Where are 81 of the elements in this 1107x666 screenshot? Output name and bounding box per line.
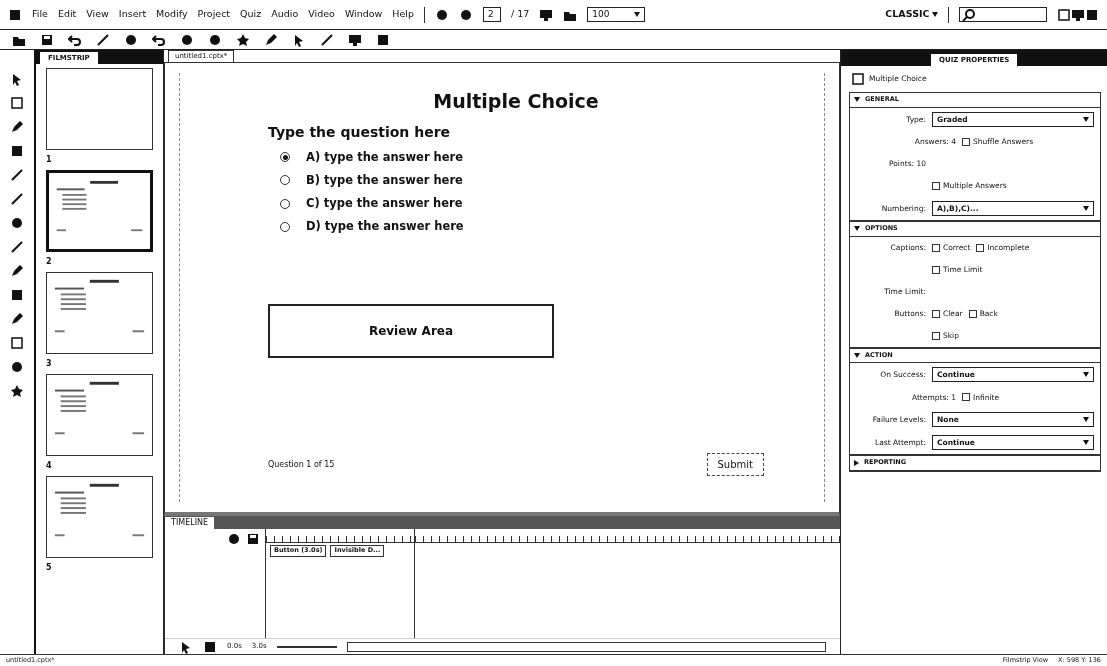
menu-item[interactable]: Project [197, 7, 231, 22]
slide-thumbnail[interactable] [46, 272, 153, 354]
pen-icon[interactable] [10, 264, 24, 278]
slide-number: 5 [46, 562, 53, 574]
menu-item[interactable]: View [86, 7, 109, 22]
progress-text: Question 1 of 15 [268, 458, 335, 471]
slide-thumbnail[interactable] [46, 170, 153, 252]
slide-thumbnail[interactable] [46, 476, 153, 558]
menu-item[interactable]: File [32, 7, 48, 22]
circle-icon[interactable] [10, 360, 24, 374]
square-icon[interactable] [10, 288, 24, 302]
answer-text: B) type the answer here [306, 171, 463, 189]
slide-number: 2 [46, 256, 53, 268]
pen-icon[interactable] [10, 120, 24, 134]
menu-item[interactable]: Help [392, 7, 414, 22]
slide-number: 3 [46, 358, 53, 370]
circle-icon[interactable] [208, 32, 222, 47]
save-icon[interactable] [40, 32, 54, 47]
caret-icon [1083, 205, 1089, 211]
circle-icon[interactable] [459, 7, 473, 22]
zoom-dropdown[interactable]: 100 [587, 7, 646, 22]
caret-icon [1083, 440, 1089, 446]
undo-icon[interactable] [68, 32, 82, 47]
undo-icon[interactable] [152, 32, 166, 47]
rectangle-icon[interactable] [10, 336, 24, 350]
horizontal-scrollbar[interactable] [346, 641, 826, 652]
caret-icon [634, 12, 641, 17]
review-area: Review Area [268, 303, 554, 358]
line-icon[interactable] [10, 168, 24, 182]
star-icon[interactable] [10, 384, 24, 398]
caret-icon [1083, 372, 1089, 378]
square-icon[interactable] [376, 32, 390, 47]
square-icon[interactable] [203, 639, 217, 654]
circle-icon[interactable] [435, 7, 449, 22]
square-icon[interactable] [8, 7, 22, 22]
menu-item[interactable]: Video [308, 7, 335, 22]
search-field[interactable] [959, 7, 1047, 22]
line-icon[interactable] [320, 32, 334, 47]
line-icon[interactable] [10, 240, 24, 254]
slide-thumbnail[interactable] [46, 374, 153, 456]
rectangle-icon [851, 72, 865, 86]
circle-icon[interactable] [180, 32, 194, 47]
rectangle-icon[interactable] [1057, 7, 1071, 22]
menu-item[interactable]: Insert [118, 7, 147, 22]
slide-thumbnail[interactable] [46, 68, 153, 150]
slide-number: 1 [46, 154, 53, 166]
caret-icon [932, 12, 938, 17]
menu-item[interactable]: Audio [271, 7, 299, 22]
circle-icon[interactable] [10, 216, 24, 230]
submit-button[interactable]: Submit [706, 453, 764, 476]
square-icon[interactable] [1085, 7, 1099, 22]
caret-icon [1083, 417, 1089, 423]
menu-item[interactable]: Quiz [240, 7, 262, 22]
question-text: Type the question here [268, 122, 452, 142]
menu-item[interactable]: Edit [57, 7, 77, 22]
pen-icon[interactable] [264, 32, 278, 47]
monitor-icon[interactable] [348, 32, 362, 47]
caret-icon [1083, 116, 1089, 122]
rectangle-icon[interactable] [10, 96, 24, 110]
workspace-switcher[interactable]: CLASSIC [885, 7, 938, 22]
slide-number-field[interactable]: 2 [483, 7, 501, 22]
circle-icon[interactable] [124, 32, 138, 47]
answer-text: A) type the answer here [306, 148, 464, 166]
slide-total: / 17 [511, 7, 530, 22]
menu-item[interactable]: Window [344, 7, 383, 22]
line-icon[interactable] [96, 32, 110, 47]
panel-tab[interactable]: TIMELINE [165, 517, 215, 529]
save-icon[interactable] [246, 531, 260, 546]
slide-title: Multiple Choice [432, 89, 600, 114]
slide-number: 4 [46, 460, 53, 472]
monitor-icon[interactable] [539, 7, 554, 22]
menu-item[interactable]: Modify [156, 7, 188, 22]
circle-icon[interactable] [227, 531, 241, 546]
line-icon[interactable] [10, 192, 24, 206]
star-icon[interactable] [236, 32, 250, 47]
square-icon[interactable] [10, 144, 24, 158]
pen-icon[interactable] [10, 312, 24, 326]
answer-text: D) type the answer here [306, 218, 464, 236]
monitor-icon[interactable] [1071, 7, 1085, 22]
answer-text: C) type the answer here [306, 195, 463, 212]
search-icon [962, 7, 976, 22]
